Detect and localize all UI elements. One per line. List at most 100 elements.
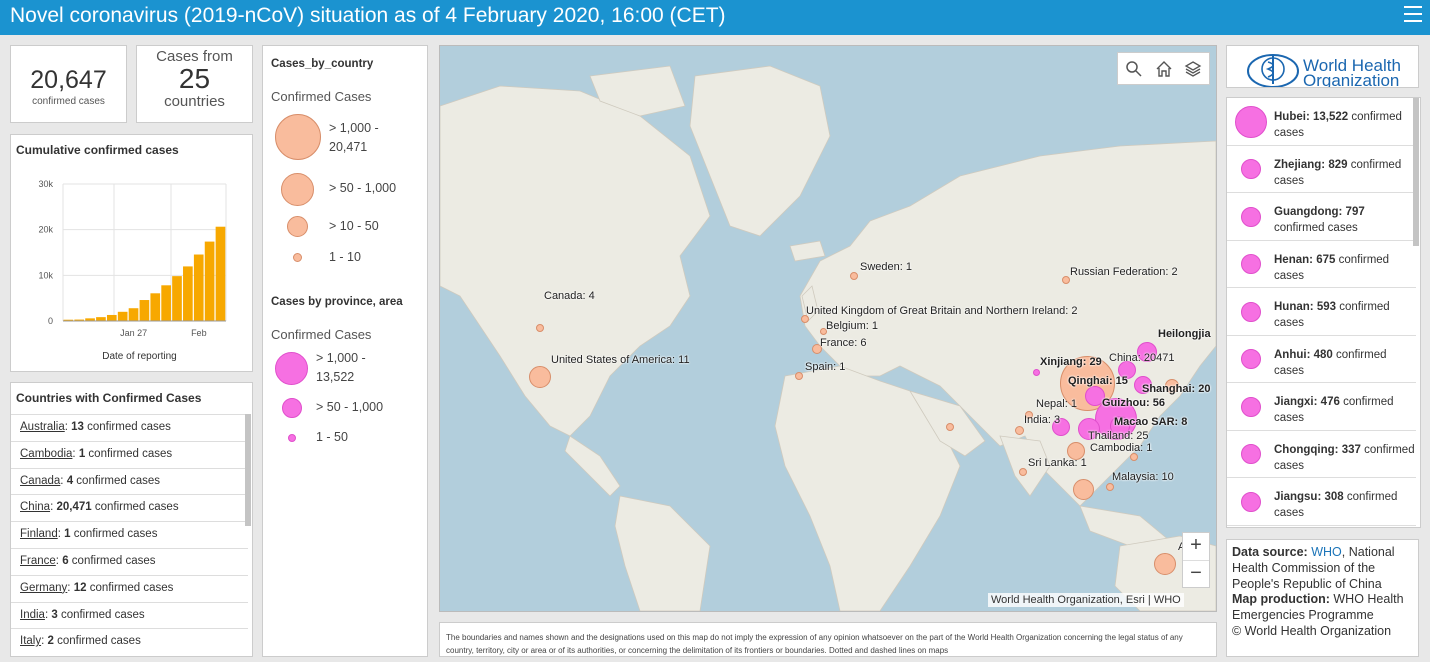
province-bubble xyxy=(1235,105,1267,138)
bubble-srilanka[interactable] xyxy=(1019,468,1027,476)
country-list-panel: Countries with Confirmed Cases Australia… xyxy=(10,382,253,657)
country-row[interactable]: Cambodia: 1 confirmed cases xyxy=(11,440,248,468)
province-text: Henan: 675 confirmed cases xyxy=(1274,252,1415,284)
map-label-qinghai: Qinghai: 15 xyxy=(1068,375,1128,387)
bubble-russia[interactable] xyxy=(1062,276,1070,284)
province-text: Jiangsu: 308 confirmed cases xyxy=(1274,489,1415,521)
province-row[interactable]: Hubei: 13,522 confirmed cases xyxy=(1227,98,1416,146)
chart-bar xyxy=(215,226,226,321)
province-list-scrollbar[interactable] xyxy=(1413,98,1419,246)
province-row[interactable]: Zhejiang: 829 confirmed cases xyxy=(1227,146,1416,193)
map-label-heilongjiang: Heilongjia xyxy=(1158,328,1211,340)
province-count: 13,522 xyxy=(1312,111,1349,123)
bubble-singapore[interactable] xyxy=(1106,483,1114,491)
country-name-link[interactable]: Germany xyxy=(20,582,67,594)
country-name-link[interactable]: Finland xyxy=(20,528,58,540)
layers-icon[interactable] xyxy=(1183,59,1203,79)
country-count-suffix: confirmed cases xyxy=(88,447,173,460)
country-name-link[interactable]: India xyxy=(20,609,45,621)
home-icon[interactable] xyxy=(1154,59,1174,79)
province-row[interactable]: Chongqing: 337 confirmed cases xyxy=(1227,431,1416,478)
chart-bar xyxy=(96,317,106,321)
country-name-link[interactable]: China xyxy=(20,501,50,513)
search-icon[interactable] xyxy=(1124,59,1144,79)
country-row[interactable]: Italy: 2 confirmed cases xyxy=(11,628,248,655)
legend-label-l: > 50 - 1,000 xyxy=(329,181,397,195)
province-name: Henan: xyxy=(1274,253,1313,266)
zoom-out-button[interactable]: − xyxy=(1183,560,1209,587)
country-name-link[interactable]: Australia xyxy=(20,421,65,433)
map-label-cambodia: Cambodia: 1 xyxy=(1090,442,1153,454)
legend-bubble-xl xyxy=(275,114,321,160)
country-count: 20,471 xyxy=(56,501,92,514)
province-count: 593 xyxy=(1316,301,1336,313)
bubble-malaysia[interactable] xyxy=(1073,479,1094,500)
province-row[interactable]: Anhui: 480 confirmed cases xyxy=(1227,336,1416,383)
country-count-suffix: confirmed cases xyxy=(60,608,145,621)
bubble-australia[interactable] xyxy=(1154,553,1176,575)
country-name-link[interactable]: Cambodia xyxy=(20,448,72,460)
province-count: 675 xyxy=(1316,253,1336,266)
country-count-suffix: confirmed cases xyxy=(57,635,141,648)
country-name-link[interactable]: France xyxy=(20,555,56,567)
bubble-cambodia[interactable] xyxy=(1130,453,1138,461)
bubble-sweden[interactable] xyxy=(850,272,858,280)
chart-bar xyxy=(161,285,171,321)
who-logo-text: World Health Organization xyxy=(1303,57,1401,88)
map-label-malaysia: Malaysia: 10 xyxy=(1112,471,1174,483)
map-label-thailand: Thailand: 25 xyxy=(1088,430,1149,442)
province-list-panel: Hubei: 13,522 confirmed cases Zhejiang: 8… xyxy=(1226,97,1421,528)
data-source-link[interactable]: WHO xyxy=(1311,545,1342,559)
map-label-uk: United Kingdom of Great Britain and Nort… xyxy=(806,305,1078,317)
legend-bubble-m xyxy=(287,216,308,237)
who-logo-line2: Organization xyxy=(1303,71,1400,88)
country-row[interactable]: China: 20,471 confirmed cases xyxy=(11,494,248,521)
map-label-shanghai: Shanghai: 20 xyxy=(1142,383,1211,395)
chart-x-tick-label: Jan 27 xyxy=(120,328,147,338)
country-count: 1 xyxy=(78,447,86,460)
bubble-canada[interactable] xyxy=(536,324,544,332)
province-count: 337 xyxy=(1341,443,1361,456)
country-name-link[interactable]: Italy xyxy=(20,635,41,647)
country-list-scrollbar[interactable] xyxy=(245,414,251,526)
country-count-suffix: confirmed cases xyxy=(76,474,161,487)
map-label-belgium: Belgium: 1 xyxy=(826,320,878,332)
country-count: 4 xyxy=(66,474,74,487)
country-row[interactable]: India: 3 confirmed cases xyxy=(11,601,248,629)
province-count: 829 xyxy=(1328,158,1348,171)
province-text: Jiangxi: 476 confirmed cases xyxy=(1274,394,1415,426)
bubble-usa[interactable] xyxy=(529,366,551,388)
province-row[interactable]: Hunan: 593 confirmed cases xyxy=(1227,288,1416,336)
province-text: Hunan: 593 confirmed cases xyxy=(1274,299,1415,331)
province-row[interactable]: Henan: 675 confirmed cases xyxy=(1227,241,1416,288)
country-row[interactable]: Germany: 12 confirmed cases xyxy=(11,574,248,602)
country-name-link[interactable]: Canada xyxy=(20,475,60,487)
country-count: 13 xyxy=(71,421,84,433)
bubble-uae[interactable] xyxy=(946,423,954,431)
country-row[interactable]: Australia: 13 confirmed cases xyxy=(11,414,248,441)
map-label-xinjiang: Xinjiang: 29 xyxy=(1040,356,1102,368)
country-row[interactable]: Canada: 4 confirmed cases xyxy=(11,467,248,495)
total-cases-value: 20,647 xyxy=(30,66,107,94)
province-row[interactable]: Jiangxi: 476 confirmed cases xyxy=(1227,383,1416,431)
world-map[interactable]: Canada: 4 United States of America: 11 S… xyxy=(439,45,1217,612)
province-name: Hunan: xyxy=(1274,301,1314,313)
zoom-in-button[interactable]: + xyxy=(1183,533,1209,560)
hamburger-menu-icon[interactable] xyxy=(1404,6,1422,24)
country-row[interactable]: Finland: 1 confirmed cases xyxy=(11,521,248,548)
legend-province-bubble-m xyxy=(282,398,302,418)
country-count: 6 xyxy=(62,554,69,567)
bubble-spain[interactable] xyxy=(795,372,803,380)
province-row[interactable]: Guangdong: 797 confirmed cases xyxy=(1227,193,1416,241)
bubble-xinjiang[interactable] xyxy=(1033,369,1040,376)
map-attribution: World Health Organization, Esri | WHO xyxy=(988,593,1184,607)
country-list-title: Countries with Confirmed Cases xyxy=(16,391,202,405)
map-label-france: France: 6 xyxy=(820,337,867,349)
who-logo-panel: World Health Organization xyxy=(1226,45,1419,88)
province-row[interactable]: Jiangsu: 308 confirmed cases xyxy=(1227,478,1416,526)
legend-province-label-m: > 50 - 1,000 xyxy=(316,400,384,414)
map-label-canada: Canada: 4 xyxy=(544,290,595,302)
legend-country-title: Cases_by_country xyxy=(271,58,374,70)
bubble-india[interactable] xyxy=(1015,426,1024,435)
country-row[interactable]: France: 6 confirmed cases xyxy=(11,547,248,575)
